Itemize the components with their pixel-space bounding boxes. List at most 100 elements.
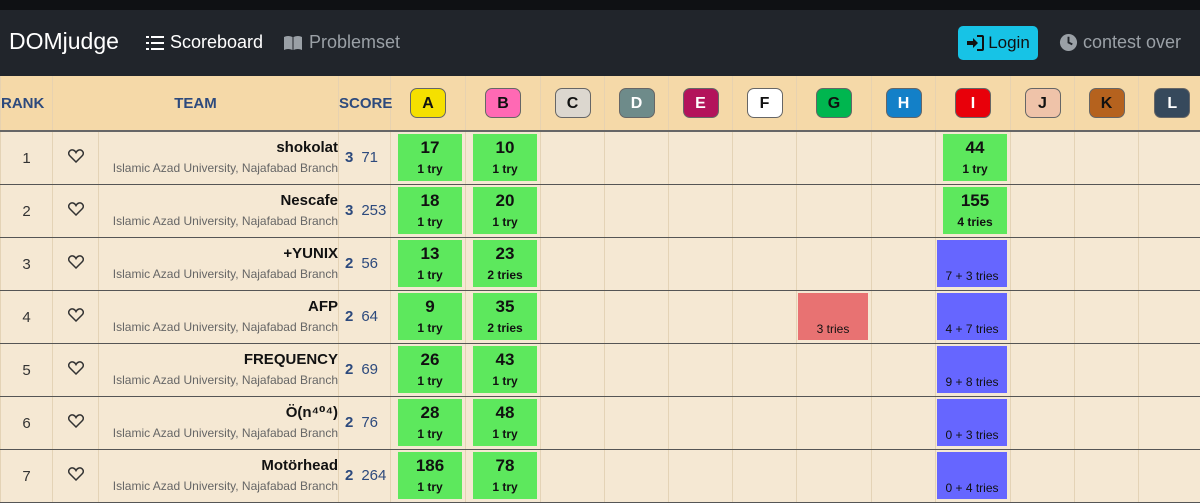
problem-badge[interactable]: G bbox=[816, 88, 852, 118]
problem-cell-e bbox=[669, 397, 733, 450]
problem-cell-d bbox=[605, 291, 669, 344]
result-solved[interactable]: 1554 tries bbox=[943, 187, 1007, 234]
result-pending[interactable]: 9 + 8 tries bbox=[937, 346, 1007, 393]
problem-badge[interactable]: E bbox=[683, 88, 719, 118]
problem-badge[interactable]: H bbox=[886, 88, 922, 118]
problem-cell-k bbox=[1075, 238, 1139, 291]
result-pending[interactable]: 0 + 3 tries bbox=[937, 399, 1007, 446]
solve-time: 10 bbox=[496, 138, 515, 158]
problem-cell-e bbox=[669, 131, 733, 185]
navbar: DOMjudge Scoreboard Problemset Login con… bbox=[0, 10, 1200, 76]
login-label: Login bbox=[988, 33, 1030, 53]
score-cell: 256 bbox=[339, 238, 391, 291]
heart-icon[interactable] bbox=[68, 308, 84, 322]
tries-count: 7 + 3 tries bbox=[945, 268, 998, 284]
result-solved[interactable]: 201 try bbox=[473, 187, 537, 234]
team-cell[interactable]: MotörheadIslamic Azad University, Najafa… bbox=[99, 450, 339, 503]
problem-cell-a: 131 try bbox=[391, 238, 466, 291]
nav-scoreboard[interactable]: Scoreboard bbox=[146, 32, 263, 53]
problem-cell-g bbox=[797, 238, 872, 291]
result-solved[interactable]: 1861 try bbox=[398, 452, 462, 499]
problem-cell-g bbox=[797, 185, 872, 238]
result-solved[interactable]: 431 try bbox=[473, 346, 537, 393]
problem-badge[interactable]: C bbox=[555, 88, 591, 118]
result-solved[interactable]: 91 try bbox=[398, 293, 462, 340]
result-solved[interactable]: 171 try bbox=[398, 134, 462, 181]
heart-icon[interactable] bbox=[68, 467, 84, 481]
problem-cell-i: 0 + 4 tries bbox=[936, 450, 1011, 503]
result-solved[interactable]: 441 try bbox=[943, 134, 1007, 181]
problem-badge[interactable]: F bbox=[747, 88, 783, 118]
result-wrong[interactable]: 3 tries bbox=[798, 293, 868, 340]
table-row: 5FREQUENCYIslamic Azad University, Najaf… bbox=[1, 344, 1200, 397]
team-cell[interactable]: NescafeIslamic Azad University, Najafaba… bbox=[99, 185, 339, 238]
problem-header-i: I bbox=[936, 76, 1011, 131]
penalty-time: 264 bbox=[361, 467, 386, 484]
table-row: 6Ö(n⁴⁰⁴)Islamic Azad University, Najafab… bbox=[1, 397, 1200, 450]
problem-cell-l bbox=[1139, 238, 1200, 291]
problem-cell-j bbox=[1011, 450, 1075, 503]
result-solved[interactable]: 232 tries bbox=[473, 240, 537, 287]
team-cell[interactable]: Ö(n⁴⁰⁴)Islamic Azad University, Najafaba… bbox=[99, 397, 339, 450]
problem-cell-c bbox=[541, 185, 605, 238]
problem-cell-f bbox=[733, 238, 797, 291]
problem-cell-h bbox=[872, 291, 936, 344]
team-cell[interactable]: shokolatIslamic Azad University, Najafab… bbox=[99, 131, 339, 185]
result-solved[interactable]: 131 try bbox=[398, 240, 462, 287]
problem-cell-i: 7 + 3 tries bbox=[936, 238, 1011, 291]
result-solved[interactable]: 10 1 try bbox=[473, 134, 537, 181]
problem-header-b: B bbox=[466, 76, 541, 131]
problem-header-a: A bbox=[391, 76, 466, 131]
penalty-time: 56 bbox=[361, 255, 378, 272]
problem-cell-j bbox=[1011, 291, 1075, 344]
result-solved[interactable]: 261 try bbox=[398, 346, 462, 393]
problem-header-d: D bbox=[605, 76, 669, 131]
heart-icon[interactable] bbox=[68, 149, 84, 163]
team-affiliation: Islamic Azad University, Najafabad Branc… bbox=[99, 318, 338, 336]
result-pending[interactable]: 0 + 4 tries bbox=[937, 452, 1007, 499]
score-cell: 2 264 bbox=[339, 450, 391, 503]
heart-icon[interactable] bbox=[68, 361, 84, 375]
tries-count: 1 try bbox=[417, 426, 442, 442]
problem-badge[interactable]: D bbox=[619, 88, 655, 118]
tries-count: 1 try bbox=[417, 320, 442, 336]
team-affiliation: Islamic Azad University, Najafabad Branc… bbox=[99, 477, 338, 495]
result-solved[interactable]: 481 try bbox=[473, 399, 537, 446]
solve-time: 23 bbox=[496, 244, 515, 264]
heart-icon[interactable] bbox=[68, 202, 84, 216]
problem-badge[interactable]: I bbox=[955, 88, 991, 118]
problem-cell-e bbox=[669, 238, 733, 291]
tries-count: 1 try bbox=[492, 161, 517, 177]
team-affiliation: Islamic Azad University, Najafabad Branc… bbox=[99, 265, 338, 283]
problem-cell-a: 171 try bbox=[391, 131, 466, 185]
problem-badge[interactable]: B bbox=[485, 88, 521, 118]
login-button[interactable]: Login bbox=[958, 26, 1038, 60]
favorite-cell bbox=[53, 344, 99, 397]
heart-icon[interactable] bbox=[68, 255, 84, 269]
heart-icon[interactable] bbox=[68, 414, 84, 428]
team-cell[interactable]: FREQUENCYIslamic Azad University, Najafa… bbox=[99, 344, 339, 397]
problem-header-h: H bbox=[872, 76, 936, 131]
team-cell[interactable]: +YUNIXIslamic Azad University, Najafabad… bbox=[99, 238, 339, 291]
result-solved[interactable]: 352 tries bbox=[473, 293, 537, 340]
team-name: Nescafe bbox=[99, 192, 338, 210]
result-solved[interactable]: 781 try bbox=[473, 452, 537, 499]
problem-badge[interactable]: L bbox=[1154, 88, 1190, 118]
problem-cell-i: 0 + 3 tries bbox=[936, 397, 1011, 450]
result-pending[interactable]: 7 + 3 tries bbox=[937, 240, 1007, 287]
team-cell[interactable]: AFPIslamic Azad University, Najafabad Br… bbox=[99, 291, 339, 344]
problem-cell-e bbox=[669, 450, 733, 503]
problem-badge[interactable]: K bbox=[1089, 88, 1125, 118]
nav-problemset[interactable]: Problemset bbox=[283, 32, 400, 53]
solve-time: 13 bbox=[421, 244, 440, 264]
problem-badge[interactable]: J bbox=[1025, 88, 1061, 118]
tries-count: 1 try bbox=[417, 373, 442, 389]
result-solved[interactable]: 181 try bbox=[398, 187, 462, 234]
problem-badge[interactable]: A bbox=[410, 88, 446, 118]
solved-count: 2 bbox=[345, 467, 353, 484]
result-pending[interactable]: 4 + 7 tries bbox=[937, 293, 1007, 340]
result-solved[interactable]: 281 try bbox=[398, 399, 462, 446]
problem-cell-f bbox=[733, 344, 797, 397]
brand-logo[interactable]: DOMjudge bbox=[9, 28, 119, 55]
problem-cell-b: 10 1 try bbox=[466, 131, 541, 185]
